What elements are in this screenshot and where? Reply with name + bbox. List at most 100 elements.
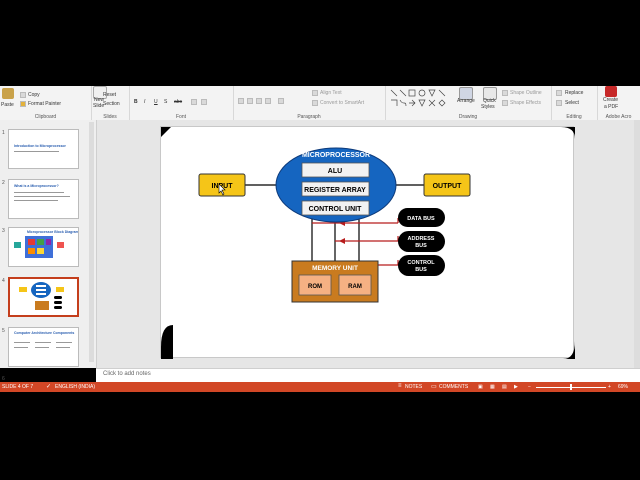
notes-icon: ≡ [398, 383, 402, 389]
align-text-button[interactable]: Align Text [320, 90, 342, 96]
ribbon: Paste Copy Format Painter Clipboard New … [0, 86, 640, 121]
pdf-icon[interactable] [605, 86, 617, 97]
convert-smartart-button[interactable]: Convert to SmartArt [320, 100, 364, 106]
create-pdf-label-2[interactable]: a PDF [604, 104, 618, 110]
slideshow-icon[interactable]: ▶ [514, 384, 518, 390]
italic-button[interactable]: I [144, 99, 145, 105]
zoom-slider-thumb[interactable] [570, 384, 572, 390]
paste-button[interactable]: Paste [1, 102, 14, 108]
comments-button[interactable]: COMMENTS [439, 384, 468, 390]
normal-view-icon[interactable]: ▣ [478, 384, 483, 390]
zoom-out-icon[interactable]: − [528, 384, 531, 390]
slide-scrollbar[interactable] [634, 120, 640, 368]
ram-label: RAM [348, 284, 362, 290]
language-indicator[interactable]: ENGLISH (INDIA) [55, 384, 95, 390]
slide-thumbnail-3[interactable]: Microprocessor Block Diagram [8, 227, 79, 267]
replace-button[interactable]: Replace [565, 90, 583, 96]
arrange-button[interactable]: Arrange [457, 98, 475, 104]
work-area: 1 Introduction to Microprocessor 2 What … [0, 120, 640, 382]
shadow-button[interactable]: S [164, 99, 167, 105]
font-group: B I U S abc Font [129, 86, 234, 120]
slide-thumbnail-5[interactable]: Computer Architecture Components [8, 327, 79, 367]
control-unit-label: CONTROL UNIT [309, 206, 362, 213]
memory-unit-label: MEMORY UNIT [312, 265, 358, 272]
highlight-icon[interactable] [201, 99, 207, 105]
zoom-level[interactable]: 69% [618, 384, 628, 390]
slide-thumbnail-2[interactable]: What is a Microprocessor? [8, 179, 79, 219]
thumbnail-number: 4 [2, 278, 5, 284]
align-right-icon[interactable] [256, 98, 262, 104]
thumbnail-text-line [56, 347, 70, 348]
align-left-icon[interactable] [238, 98, 244, 104]
shape-effects-icon [502, 100, 508, 106]
paragraph-group: Align Text Convert to SmartArt Paragraph [233, 86, 386, 120]
shapes-gallery-icon[interactable] [389, 88, 451, 110]
corner-mark [161, 127, 171, 137]
clipboard-group: Paste Copy Format Painter Clipboard [0, 86, 92, 120]
data-bus-label: DATA BUS [407, 216, 435, 222]
control-bus-label-2: BUS [415, 267, 427, 273]
arrow-head [339, 238, 345, 244]
format-painter-icon [20, 101, 26, 107]
adobe-group: Create a PDF Adobe Acro [597, 86, 640, 120]
thumbnail-diagram-icon [19, 282, 64, 310]
columns-icon[interactable] [278, 98, 284, 104]
microprocessor-label: MICROPROCESSOR [302, 152, 370, 159]
align-text-icon [312, 90, 318, 96]
smartart-icon [312, 100, 318, 106]
address-bus-label-2: BUS [415, 243, 427, 249]
notes-button[interactable]: NOTES [405, 384, 422, 390]
alu-label: ALU [328, 168, 342, 175]
thumbnail-title: What is a Microprocessor? [14, 184, 59, 188]
format-painter-button[interactable]: Format Painter [28, 101, 61, 107]
corner-mark [561, 127, 575, 139]
slide-thumbnail-4-selected[interactable] [8, 277, 79, 317]
font-color-icon[interactable] [191, 99, 197, 105]
thumbnail-text-line [14, 192, 64, 193]
thumbnail-text-line [14, 347, 28, 348]
select-button[interactable]: Select [565, 100, 579, 106]
justify-icon[interactable] [265, 98, 271, 104]
editing-group: Replace Select Editing [551, 86, 598, 120]
slide-thumbnail-pane: 1 Introduction to Microprocessor 2 What … [0, 120, 97, 382]
thumbnail-title: Computer Architecture Components [14, 331, 75, 335]
corner-mark [161, 325, 173, 359]
thumbnail-diagram-icon [14, 236, 64, 258]
paste-icon[interactable] [2, 88, 14, 99]
notes-pane[interactable]: Click to add notes [96, 368, 640, 383]
corner-mark [563, 341, 575, 359]
slide-sorter-icon[interactable]: ▦ [490, 384, 495, 390]
shape-outline-button[interactable]: Shape Outline [510, 90, 542, 96]
shape-effects-button[interactable]: Shape Effects [510, 100, 541, 106]
thumbnail-title: Introduction to Microprocessor [14, 144, 66, 148]
notes-placeholder[interactable]: Click to add notes [103, 371, 151, 377]
reset-button[interactable]: Reset [103, 92, 116, 98]
section-button[interactable]: Section [103, 101, 120, 107]
shape-outline-icon [502, 90, 508, 96]
underline-button[interactable]: U [154, 99, 158, 105]
spell-check-icon[interactable]: ✓ [46, 383, 51, 390]
block-diagram: MICROPROCESSOR ALU REGISTER ARRAY CONTRO… [161, 127, 575, 359]
thumbnail-scrollbar[interactable] [89, 122, 94, 362]
copy-button[interactable]: Copy [28, 92, 40, 98]
comments-icon: ▭ [431, 384, 437, 390]
zoom-in-icon[interactable]: + [608, 384, 611, 390]
quick-styles-label-2[interactable]: Styles [481, 104, 495, 110]
thumbnail-text-line [14, 200, 58, 201]
thumbnail-number: 2 [2, 180, 5, 186]
thumbnail-text-line [56, 342, 72, 343]
align-center-icon[interactable] [247, 98, 253, 104]
thumbnail-text-line [14, 196, 70, 197]
thumbnail-text-line [35, 347, 49, 348]
thumbnail-text-line [14, 342, 30, 343]
status-bar: SLIDE 4 OF 7 ✓ ENGLISH (INDIA) ≡ NOTES ▭… [0, 382, 640, 392]
slide-thumbnail-1[interactable]: Introduction to Microprocessor [8, 129, 79, 169]
thumbnail-text-line [35, 342, 51, 343]
drawing-group: Arrange Quick Styles Shape Outline Shape… [385, 86, 552, 120]
reading-view-icon[interactable]: ▤ [502, 384, 507, 390]
strikethrough-button[interactable]: abc [174, 99, 182, 105]
thumbnail-number: 1 [2, 130, 5, 136]
create-pdf-label-1[interactable]: Create [603, 97, 618, 103]
bold-button[interactable]: B [134, 99, 138, 105]
slide-canvas[interactable]: MICROPROCESSOR ALU REGISTER ARRAY CONTRO… [160, 126, 575, 359]
